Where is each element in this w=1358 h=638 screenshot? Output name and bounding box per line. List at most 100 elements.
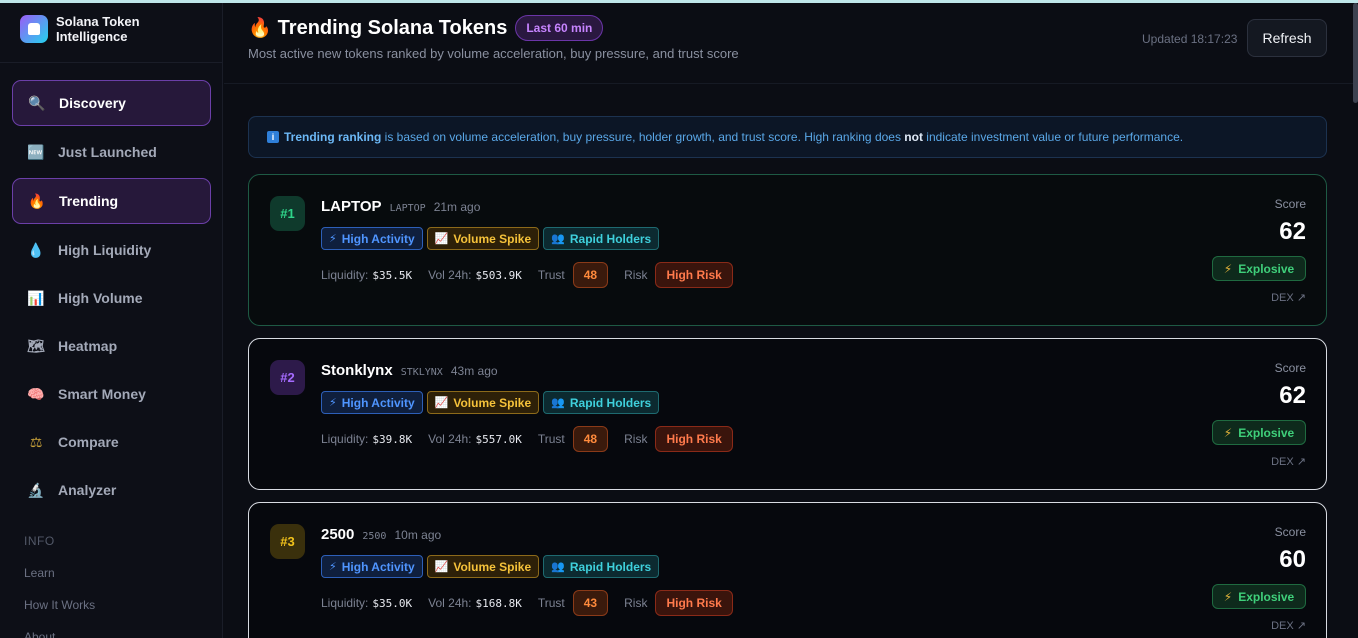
info-banner: i Trending ranking is based on volume ac…: [248, 116, 1327, 158]
liquidity-label: Liquidity:: [321, 432, 369, 446]
dex-link[interactable]: DEX ↗: [1271, 619, 1306, 632]
risk-label: Risk: [624, 268, 648, 282]
about-link[interactable]: About: [24, 630, 55, 638]
dex-link[interactable]: DEX ↗: [1271, 291, 1306, 304]
tag-rapid-holders: 👥 Rapid Holders: [543, 391, 660, 414]
token-symbol: STKLYNX: [400, 367, 443, 378]
scales-icon: ⚖: [29, 433, 43, 450]
how-it-works-link[interactable]: How It Works: [24, 598, 95, 612]
sidebar-item-label: Just Launched: [58, 144, 157, 160]
dex-link[interactable]: DEX ↗: [1271, 455, 1306, 468]
token-name[interactable]: LAPTOP: [321, 198, 382, 215]
momentum-label: Explosive: [1238, 589, 1295, 604]
tag-label: Rapid Holders: [569, 395, 652, 410]
sidebar-item-discovery[interactable]: 🔍 Discovery: [12, 80, 211, 126]
volume-label: Vol 24h:: [428, 432, 472, 446]
trust-score: 48: [572, 426, 609, 452]
tag-label: Volume Spike: [453, 395, 532, 410]
sidebar-item-label: High Volume: [58, 290, 143, 306]
title-row: 🔥 Trending Solana Tokens Last 60 min: [248, 15, 604, 41]
brand[interactable]: Solana Token Intelligence: [20, 14, 166, 44]
token-symbol: LAPTOP: [389, 203, 426, 214]
sidebar-item-analyzer[interactable]: 🔬 Analyzer: [12, 467, 211, 513]
metrics-row: Liquidity: $39.8K Vol 24h: $557.0K Trust 48…: [321, 426, 733, 452]
rank-badge: #3: [270, 524, 305, 559]
banner-emphasis: not: [904, 130, 923, 144]
sidebar-item-label: Heatmap: [58, 338, 118, 354]
token-name[interactable]: 2500: [321, 526, 354, 543]
token-card[interactable]: #2 Stonklynx STKLYNX 43m ago ⚡ High Activ…: [248, 338, 1327, 490]
tag-rapid-holders: 👥 Rapid Holders: [543, 555, 660, 578]
sidebar-item-heatmap[interactable]: 🗺 Heatmap: [12, 323, 211, 369]
sidebar-item-label: Trending: [59, 193, 119, 209]
info-section-header: INFO: [24, 534, 55, 548]
refresh-button[interactable]: Refresh: [1247, 19, 1327, 57]
scrollbar[interactable]: [1353, 3, 1358, 103]
sidebar-item-high-volume[interactable]: 📊 High Volume: [12, 275, 211, 321]
tag-list: ⚡ High Activity 📈 Volume Spike 👥 Rapid Hold…: [321, 391, 663, 414]
volume-value: $168.8K: [475, 596, 522, 610]
volume-label: Vol 24h:: [428, 268, 472, 282]
lightning-icon: ⚡: [329, 233, 337, 245]
score-label: Score: [1274, 197, 1306, 211]
home-logo-icon: [20, 15, 48, 43]
tag-volume-spike: 📈 Volume Spike: [426, 227, 540, 250]
liquidity-label: Liquidity:: [321, 596, 369, 610]
banner-text-end: indicate investment value or future perf…: [922, 130, 1184, 144]
token-age: 10m ago: [394, 528, 442, 542]
map-icon: 🗺: [27, 337, 45, 354]
score-label: Score: [1274, 525, 1306, 539]
magnifier-icon: 🔍: [28, 94, 46, 111]
score-value: 62: [1279, 218, 1306, 245]
page-header: 🔥 Trending Solana Tokens Last 60 min Mos…: [224, 3, 1358, 84]
new-badge-icon: 🆕: [27, 143, 45, 160]
trust-score: 43: [572, 590, 609, 616]
tag-label: Volume Spike: [453, 231, 532, 246]
tag-label: High Activity: [341, 231, 415, 246]
sidebar-item-compare[interactable]: ⚖ Compare: [12, 419, 211, 465]
sidebar-item-high-liquidity[interactable]: 💧 High Liquidity: [12, 227, 211, 273]
chart-up-icon: 📈: [434, 561, 449, 573]
liquidity-value: $35.0K: [372, 596, 413, 610]
tag-label: High Activity: [341, 559, 415, 574]
momentum-label: Explosive: [1238, 261, 1295, 276]
score-value: 62: [1279, 382, 1306, 409]
momentum-badge: ⚡ Explosive: [1212, 420, 1306, 445]
banner-lead: Trending ranking: [284, 130, 382, 144]
sidebar: Solana Token Intelligence 🔍 Discovery 🆕 …: [0, 3, 223, 638]
sidebar-item-trending[interactable]: 🔥 Trending: [12, 178, 211, 224]
sidebar-item-just-launched[interactable]: 🆕 Just Launched: [12, 129, 211, 175]
rank-badge: #2: [270, 360, 305, 395]
volume-value: $503.9K: [475, 268, 522, 282]
token-card[interactable]: #3 2500 2500 10m ago ⚡ High Activity 📈 Vol…: [248, 502, 1327, 638]
score-value: 60: [1279, 546, 1306, 573]
time-window-badge: Last 60 min: [515, 15, 604, 41]
tag-label: Rapid Holders: [569, 231, 652, 246]
liquidity-label: Liquidity:: [321, 268, 369, 282]
learn-link[interactable]: Learn: [24, 566, 55, 580]
brand-name: Solana Token Intelligence: [56, 14, 140, 44]
users-icon: 👥: [551, 397, 565, 409]
fire-icon: 🔥: [28, 192, 46, 209]
trust-score: 48: [572, 262, 609, 288]
momentum-badge: ⚡ Explosive: [1212, 256, 1306, 281]
risk-label: Risk: [624, 432, 648, 446]
droplet-icon: 💧: [27, 241, 45, 258]
tag-volume-spike: 📈 Volume Spike: [426, 391, 540, 414]
token-card[interactable]: #1 LAPTOP LAPTOP 21m ago ⚡ High Activity …: [248, 174, 1327, 326]
tag-label: Rapid Holders: [569, 559, 652, 574]
sidebar-item-label: Discovery: [59, 95, 126, 111]
risk-badge: High Risk: [655, 262, 733, 288]
token-symbol: 2500: [362, 531, 387, 542]
updated-timestamp: Updated 18:17:23: [1142, 32, 1238, 46]
tag-label: High Activity: [341, 395, 415, 410]
momentum-label: Explosive: [1238, 425, 1295, 440]
sidebar-item-smart-money[interactable]: 🧠 Smart Money: [12, 371, 211, 417]
token-name[interactable]: Stonklynx: [321, 362, 393, 379]
fire-icon: 🔥: [248, 18, 272, 39]
tag-high-activity: ⚡ High Activity: [321, 391, 423, 414]
tag-list: ⚡ High Activity 📈 Volume Spike 👥 Rapid Hold…: [321, 555, 663, 578]
token-age: 21m ago: [433, 200, 481, 214]
trust-label: Trust: [537, 268, 565, 282]
lightning-icon: ⚡: [1223, 261, 1233, 276]
